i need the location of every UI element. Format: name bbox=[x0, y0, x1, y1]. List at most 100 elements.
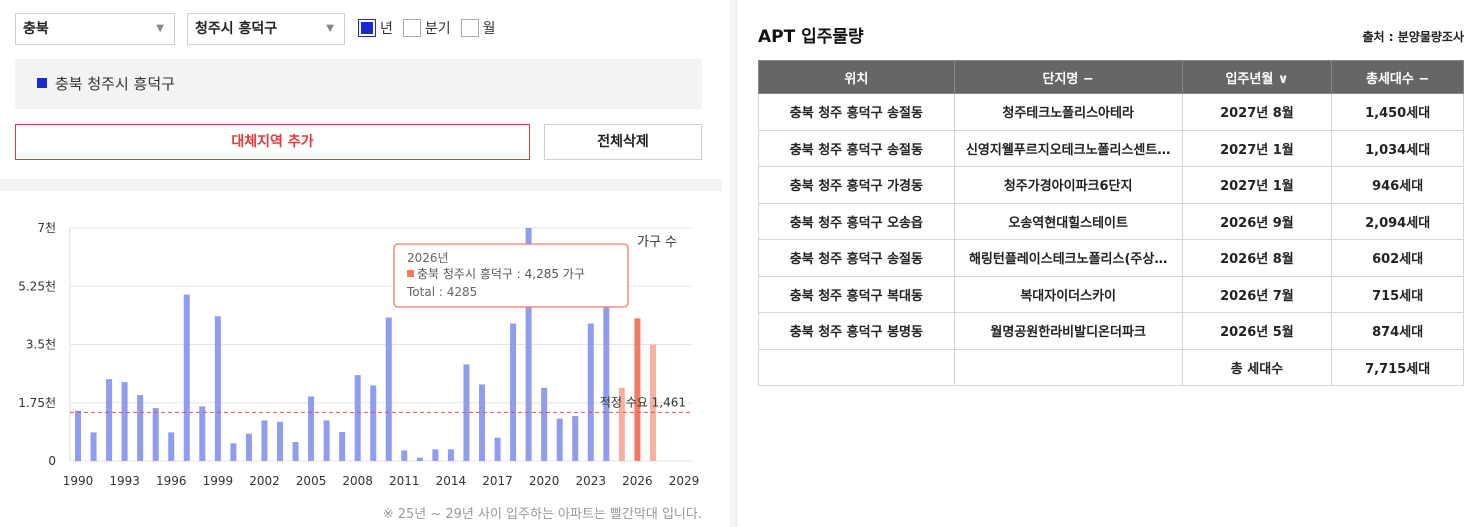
cell-complex-name: 신영지웰푸르지오테크노폴리스센트… bbox=[953, 129, 1183, 167]
cell-location: 충북 청주 흥덕구 송절동 bbox=[758, 239, 955, 277]
bar-2026 bbox=[634, 318, 641, 461]
y-tick-label: 7천 bbox=[37, 220, 56, 235]
selected-region: 충북 청주시 흥덕구 bbox=[15, 59, 702, 109]
column-households[interactable]: 총세대수 − bbox=[1331, 60, 1464, 94]
table-total-row: 총 세대수 7,715세대 bbox=[758, 348, 1464, 386]
cell-move-in-date: 2026년 9월 bbox=[1181, 202, 1333, 240]
cell-households: 602세대 bbox=[1331, 239, 1464, 277]
cell-move-in-date: 2026년 8월 bbox=[1181, 239, 1333, 277]
bar-2002 bbox=[261, 420, 268, 461]
bar-2004 bbox=[292, 442, 299, 461]
column-complex-name[interactable]: 단지명 − bbox=[953, 60, 1183, 94]
table-row[interactable]: 충북 청주 흥덕구 송절동 청주테크노폴리스아테라 2027년 8월 1,450세대 bbox=[758, 93, 1464, 131]
add-alt-region-button[interactable]: 대체지역 추가 bbox=[15, 124, 530, 160]
tooltip-title: 2026년 bbox=[407, 251, 449, 265]
cell-households: 946세대 bbox=[1331, 166, 1464, 204]
checkbox-icon bbox=[402, 19, 421, 37]
cell-location: 충북 청주 흥덕구 오송읍 bbox=[758, 202, 955, 240]
y-tick-label: 0 bbox=[48, 454, 56, 468]
bar-1993 bbox=[121, 382, 128, 461]
checkbox-checked-icon bbox=[358, 19, 376, 37]
clear-all-button[interactable]: 전체삭제 bbox=[544, 124, 702, 160]
cell-complex-name: 청주가경아이파크6단지 bbox=[953, 166, 1183, 204]
bar-2016 bbox=[479, 384, 485, 461]
cell-move-in-date: 2027년 1월 bbox=[1181, 166, 1333, 204]
bar-1990 bbox=[75, 410, 81, 461]
bar-1995 bbox=[152, 408, 159, 461]
x-tick-label: 2011 bbox=[389, 474, 420, 488]
cell-households: 2,094세대 bbox=[1331, 202, 1464, 240]
cell-complex-name: 해링턴플레이스테크노폴리스(주상… bbox=[953, 239, 1183, 277]
x-tick-label: 2002 bbox=[249, 474, 280, 488]
bar-1992 bbox=[106, 379, 113, 461]
bar-1997 bbox=[183, 294, 190, 461]
column-move-in-date[interactable]: 입주년월 ∨ bbox=[1181, 60, 1333, 94]
cell-households: 1,450세대 bbox=[1331, 93, 1464, 131]
x-tick-label: 2008 bbox=[342, 474, 373, 488]
table-row[interactable]: 충북 청주 흥덕구 송절동 신영지웰푸르지오테크노폴리스센트… 2027년 1월 1,… bbox=[758, 129, 1464, 167]
cell-move-in-date: 2026년 7월 bbox=[1181, 275, 1333, 313]
tooltip-series-line: 충북 청주시 흥덕구 : 4,285 가구 bbox=[417, 267, 585, 281]
x-tick-label: 1993 bbox=[109, 474, 140, 488]
cell-location: 충북 청주 흥덕구 송절동 bbox=[758, 129, 955, 167]
cell-move-in-date: 2026년 5월 bbox=[1181, 312, 1333, 350]
bar-2017 bbox=[494, 437, 501, 461]
supply-bar-chart: 0 1.75천 3.5천 5.25천 7천 1990 1993 1996 1999 2002 200… bbox=[18, 220, 700, 488]
bar-2009 bbox=[370, 385, 377, 461]
panel-divider bbox=[730, 0, 738, 527]
district-select-value: 청주시 흥덕구 bbox=[195, 21, 278, 37]
cell-complex-name: 복대자이더스카이 bbox=[953, 275, 1183, 313]
bar-2010 bbox=[385, 317, 392, 461]
cell-complex-name: 월명공원한라비발디온더파크 bbox=[953, 312, 1183, 350]
bar-2000 bbox=[230, 443, 237, 461]
cell-complex-name: 청주테크노폴리스아테라 bbox=[953, 93, 1183, 131]
bar-2012 bbox=[416, 457, 423, 461]
threshold-value: 1,461 bbox=[652, 395, 686, 409]
x-tick-label: 1996 bbox=[156, 474, 187, 488]
table-row[interactable]: 충북 청주 흥덕구 가경동 청주가경아이파크6단지 2027년 1월 946세대 bbox=[758, 166, 1464, 204]
period-year-checkbox[interactable]: 년 bbox=[358, 18, 393, 38]
table-row[interactable]: 충북 청주 흥덕구 복대동 복대자이더스카이 2026년 7월 715세대 bbox=[758, 275, 1464, 313]
cell-location: 충북 청주 흥덕구 가경동 bbox=[758, 166, 955, 204]
x-tick-label: 2005 bbox=[296, 474, 327, 488]
x-tick-label: 2014 bbox=[436, 474, 467, 488]
bar-2003 bbox=[277, 421, 283, 461]
x-tick-label: 2017 bbox=[482, 474, 513, 488]
x-tick-label: 2023 bbox=[575, 474, 606, 488]
table-row[interactable]: 충북 청주 흥덕구 봉명동 월명공원한라비발디온더파크 2026년 5월 874세대 bbox=[758, 312, 1464, 350]
apt-table-body: 충북 청주 흥덕구 송절동 청주테크노폴리스아테라 2027년 8월 1,450세대 충… bbox=[758, 93, 1464, 386]
tooltip-total-line: Total : 4285 bbox=[406, 285, 477, 299]
province-select-value: 충북 bbox=[23, 21, 49, 37]
period-options: 년 분기 월 bbox=[358, 18, 500, 38]
cell-complex-name: 오송역현대힐스테이트 bbox=[953, 202, 1183, 240]
bar-2008 bbox=[354, 375, 361, 461]
cell-empty bbox=[953, 348, 1183, 386]
column-location: 위치 bbox=[758, 60, 955, 94]
cell-location: 충북 청주 흥덕구 봉명동 bbox=[758, 312, 955, 350]
threshold-label-text: 적정 수요 bbox=[600, 395, 652, 409]
period-year-label: 년 bbox=[380, 21, 393, 37]
unit-label: 가구 수 bbox=[637, 235, 677, 250]
table-row[interactable]: 충북 청주 흥덕구 오송읍 오송역현대힐스테이트 2026년 9월 2,094세대 bbox=[758, 202, 1464, 240]
bar-2007 bbox=[339, 432, 346, 461]
threshold-label: 적정 수요 1,461 bbox=[600, 395, 686, 409]
x-tick-label: 1999 bbox=[203, 474, 234, 488]
apt-source: 출처 : 분양물량조사 bbox=[1362, 30, 1464, 44]
total-label: 총 세대수 bbox=[1181, 348, 1333, 386]
tooltip-series-square-icon bbox=[407, 270, 414, 277]
x-tick-label: 2026 bbox=[622, 474, 653, 488]
period-month-checkbox[interactable]: 월 bbox=[460, 18, 496, 38]
cell-households: 1,034세대 bbox=[1331, 129, 1464, 167]
period-quarter-checkbox[interactable]: 분기 bbox=[402, 18, 451, 38]
x-tick-label: 2029 bbox=[669, 474, 700, 488]
y-tick-label: 3.5천 bbox=[26, 337, 56, 352]
province-select[interactable]: 충북 ▼ bbox=[15, 13, 175, 45]
cell-location: 충북 청주 흥덕구 송절동 bbox=[758, 93, 955, 131]
bar-1991 bbox=[90, 432, 97, 461]
x-tick-label: 2020 bbox=[529, 474, 560, 488]
bar-2021 bbox=[556, 418, 563, 461]
apt-table: 위치 단지명 − 입주년월 ∨ 총세대수 − 충북 청주 흥덕구 송절동 청주테크… bbox=[758, 60, 1464, 386]
table-row[interactable]: 충북 청주 흥덕구 송절동 해링턴플레이스테크노폴리스(주상… 2026년 8월 60… bbox=[758, 239, 1464, 277]
total-value: 7,715세대 bbox=[1331, 348, 1464, 386]
district-select[interactable]: 청주시 흥덕구 ▼ bbox=[187, 13, 345, 45]
